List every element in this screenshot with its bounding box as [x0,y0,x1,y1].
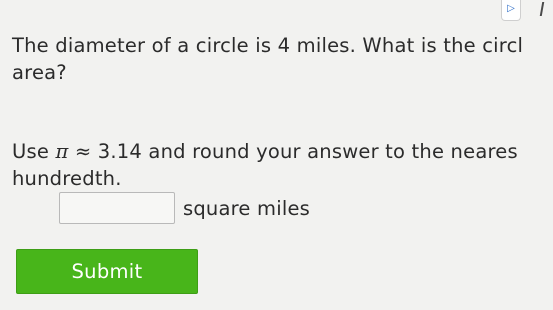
answer-row: square miles [59,190,310,226]
question-text: The diameter of a circle is 4 miles. Wha… [12,32,553,86]
slash-icon [531,2,545,16]
pi-expression: π ≈ [55,140,98,163]
instruction-text: Use π ≈ 3.14 and round your answer to th… [12,138,553,192]
instruction-line-2: hundredth. [12,167,122,190]
instruction-line-1: Use π ≈ 3.14 and round your answer to th… [12,138,553,165]
question-line-2: area? [12,61,67,84]
unit-label: square miles [183,196,311,220]
play-icon[interactable]: ▷ [501,0,521,21]
instruction-rest: and round your answer to the neares [142,140,518,163]
question-line-1: The diameter of a circle is 4 miles. Wha… [12,34,524,57]
answer-input[interactable] [59,192,175,224]
pi-value: 3.14 [97,140,143,163]
instruction-use: Use [12,140,56,163]
top-toolbar: ▷ [493,0,553,24]
submit-button[interactable]: Submit [16,249,198,294]
